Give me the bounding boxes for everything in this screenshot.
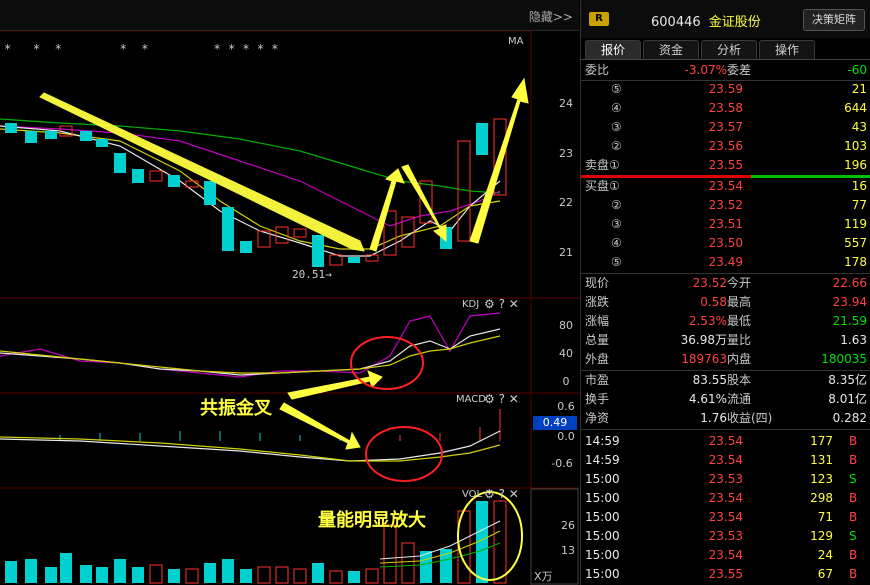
kdj-d-line <box>0 335 501 374</box>
kdj-label: KDJ <box>462 299 480 310</box>
macd-dif-line <box>0 430 501 462</box>
tick-row: 15:00 23.55 67 B <box>585 567 858 581</box>
tick-row: 14:59 23.54 131 B <box>585 453 858 467</box>
annotation-resonance-cross: 共振金叉 <box>200 398 272 419</box>
bid-row-2[interactable]: ② 23.52 77 <box>581 196 870 215</box>
stat-row-pe: 市盈 83.55 股本 8.35亿 <box>585 373 867 387</box>
bid-row-3[interactable]: ③ 23.51 119 <box>581 215 870 234</box>
tab-fund[interactable]: 资金 <box>643 40 699 60</box>
ask-row-3[interactable]: ③ 23.57 43 <box>581 118 870 137</box>
annotation-volume-expand: 量能明显放大 <box>318 510 426 531</box>
stat-row-outer-inner: 外盘 189763 内盘 180035 <box>585 352 867 366</box>
kdj-j-line <box>0 312 501 378</box>
stat-row-change: 涨跌 0.58 最高 23.94 <box>585 295 867 309</box>
bid-row-5[interactable]: ⑤ 23.49 178 <box>581 253 870 272</box>
tick-row: 15:00 23.54 24 B <box>585 548 858 562</box>
weibi-label: 委比 <box>585 63 610 77</box>
vol-unit-label: X万 <box>534 570 553 583</box>
ask-row-5[interactable]: ⑤ 23.59 21 <box>581 80 870 99</box>
ma-label: MA <box>508 36 524 47</box>
weicha-value: -60 <box>847 63 867 77</box>
tick-row: 15:00 23.54 71 B <box>585 510 858 524</box>
decision-matrix-button[interactable]: 决策矩阵 <box>803 9 865 31</box>
tick-row: 15:00 23.53 123 S <box>585 472 857 486</box>
tab-quote[interactable]: 报价 <box>585 40 641 60</box>
macd-axis-label: -0.6 <box>551 457 573 470</box>
macd-settings-icon[interactable]: ⚙ ? ✕ <box>484 392 519 406</box>
stat-row-volume: 总量 36.98万 量比 1.63 <box>585 333 867 347</box>
weibi-value: -3.07% <box>684 63 727 77</box>
weicha-label: 委差 <box>727 63 752 77</box>
chart-area[interactable]: 隐藏>> * * * * * * * * * * MA 24 23 22 21 … <box>0 0 579 585</box>
kdj-cross-circle <box>350 336 424 390</box>
weibi-row: 委比 -3.07% 委差 -60 <box>581 61 870 80</box>
ask-row-2[interactable]: ② 23.56 103 <box>581 137 870 156</box>
tick-row: 14:59 23.54 177 B <box>585 434 858 448</box>
volume-bars <box>5 500 507 584</box>
stock-title: 600446 金证股份 <box>651 11 761 30</box>
panel-header: R 600446 金证股份 决策矩阵 <box>581 0 870 38</box>
stat-row-turnover: 换手 4.61% 流通 8.01亿 <box>585 392 867 406</box>
r-badge: R <box>589 12 609 26</box>
chart-topbar: 隐藏>> <box>0 0 579 31</box>
ask-row-1[interactable]: 卖盘① 23.55 196 <box>581 156 870 175</box>
star-marks: * * * * * * * * * * <box>4 42 279 56</box>
quote-panel: R 600446 金证股份 决策矩阵 报价 资金 分析 操作 委比 -3.07%… <box>580 0 870 585</box>
macd-label: MACD <box>456 394 486 405</box>
low-price-marker: 20.51→ <box>292 268 332 281</box>
stock-name: 金证股份 <box>708 15 761 30</box>
tab-operate[interactable]: 操作 <box>759 40 815 60</box>
bid-row-1[interactable]: 买盘① 23.54 16 <box>581 177 870 196</box>
vol-label: VOL <box>462 489 483 500</box>
stat-row-pct: 涨幅 2.53% 最低 21.59 <box>585 314 867 328</box>
vol-settings-icon[interactable]: ⚙ ? ✕ <box>484 487 519 501</box>
bid-row-4[interactable]: ④ 23.50 557 <box>581 234 870 253</box>
hide-button[interactable]: 隐藏>> <box>529 8 573 25</box>
stat-row-price: 现价 23.52 今开 22.66 <box>585 276 867 290</box>
kdj-settings-icon[interactable]: ⚙ ? ✕ <box>484 297 519 311</box>
tab-analysis[interactable]: 分析 <box>701 40 757 60</box>
macd-value-badge: 0.49 <box>542 416 568 429</box>
stat-row-net-asset: 净资 1.76 收益(四) 0.282 <box>585 411 867 425</box>
tick-row: 15:00 23.54 298 B <box>585 491 858 505</box>
ask-row-4[interactable]: ④ 23.58 644 <box>581 99 870 118</box>
stock-code: 600446 <box>651 15 701 30</box>
tick-row: 15:00 23.53 129 S <box>585 529 857 543</box>
